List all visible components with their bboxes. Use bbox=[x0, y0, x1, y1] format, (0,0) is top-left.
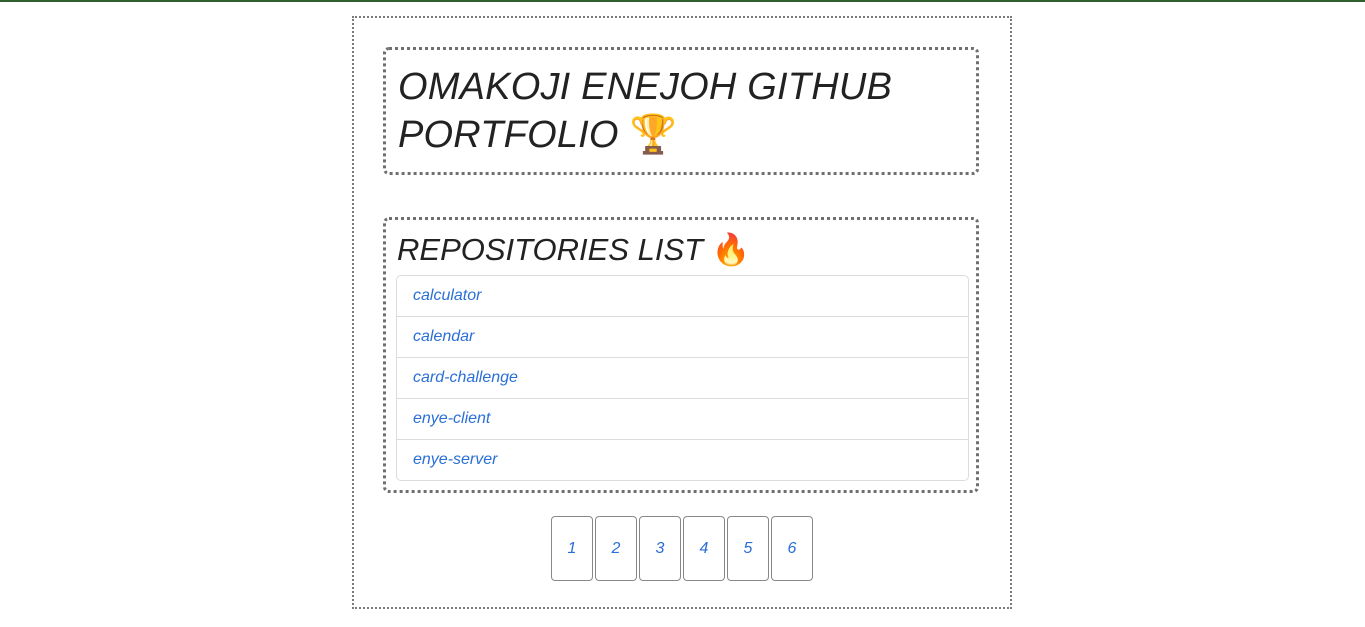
list-item: calculator bbox=[397, 276, 968, 317]
repo-link-card-challenge[interactable]: card-challenge bbox=[413, 369, 518, 386]
list-item: card-challenge bbox=[397, 358, 968, 399]
top-accent-bar bbox=[0, 0, 1365, 2]
page-button-4[interactable]: 4 bbox=[683, 516, 725, 581]
page-title: OMAKOJI ENEJOH GITHUB PORTFOLIO 🏆 bbox=[398, 64, 968, 159]
page-button-3[interactable]: 3 bbox=[639, 516, 681, 581]
repositories-heading-text: REPOSITORIES LIST bbox=[397, 232, 704, 267]
repositories-card: REPOSITORIES LIST 🔥 calculator calendar … bbox=[383, 217, 979, 493]
page-button-6[interactable]: 6 bbox=[771, 516, 813, 581]
page-button-5[interactable]: 5 bbox=[727, 516, 769, 581]
repository-list: calculator calendar card-challenge enye-… bbox=[396, 275, 969, 481]
list-item: calendar bbox=[397, 317, 968, 358]
repo-link-enye-server[interactable]: enye-server bbox=[413, 451, 497, 468]
portfolio-container: OMAKOJI ENEJOH GITHUB PORTFOLIO 🏆 REPOSI… bbox=[352, 16, 1012, 609]
page-button-2[interactable]: 2 bbox=[595, 516, 637, 581]
fire-icon: 🔥 bbox=[711, 232, 751, 268]
repo-link-enye-client[interactable]: enye-client bbox=[413, 410, 490, 427]
trophy-icon: 🏆 bbox=[629, 112, 677, 156]
pagination: 1 2 3 4 5 6 bbox=[551, 516, 813, 581]
page-button-1[interactable]: 1 bbox=[551, 516, 593, 581]
list-item: enye-server bbox=[397, 440, 968, 480]
repositories-heading: REPOSITORIES LIST 🔥 bbox=[397, 230, 750, 270]
repo-link-calculator[interactable]: calculator bbox=[413, 287, 481, 304]
repo-link-calendar[interactable]: calendar bbox=[413, 328, 474, 345]
list-item: enye-client bbox=[397, 399, 968, 440]
title-card: OMAKOJI ENEJOH GITHUB PORTFOLIO 🏆 bbox=[383, 47, 979, 175]
